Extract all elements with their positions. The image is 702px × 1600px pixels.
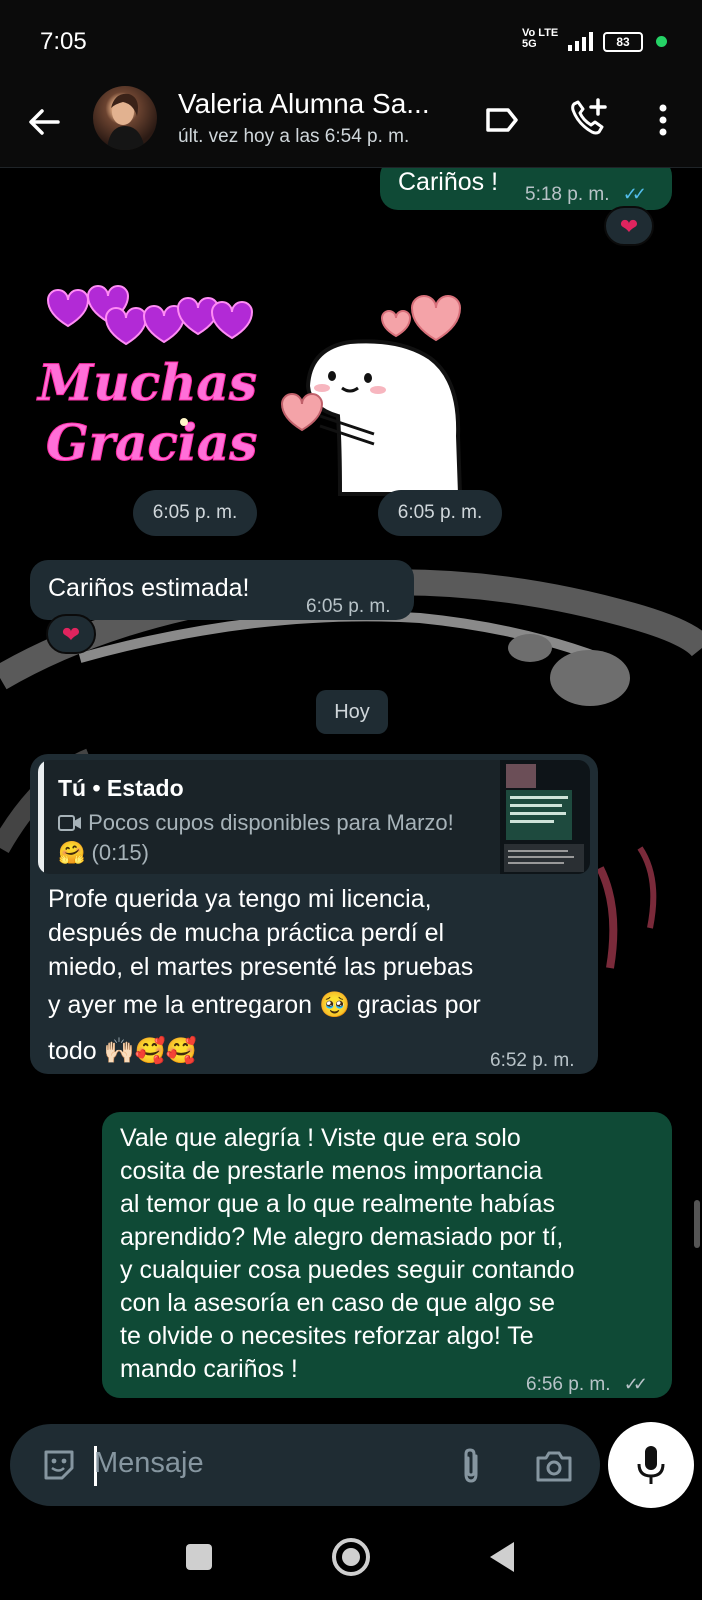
- contact-name[interactable]: Valeria Alumna Sa...: [178, 88, 430, 120]
- quoted-status[interactable]: Tú • Estado Pocos cupos disponibles para…: [38, 760, 590, 874]
- camera-icon[interactable]: [534, 1448, 574, 1484]
- network-indicator: Vo LTE 5G: [522, 27, 559, 50]
- message-text: Cariños !: [398, 168, 499, 196]
- privacy-dot: [656, 36, 667, 47]
- outgoing-message[interactable]: Vale que alegría ! Viste que era solo co…: [102, 1112, 672, 1398]
- incoming-message[interactable]: Cariños estimada! 6:05 p. m.: [30, 560, 414, 620]
- incoming-message[interactable]: Tú • Estado Pocos cupos disponibles para…: [30, 754, 598, 1074]
- composer-bar: Mensaje: [0, 1418, 702, 1518]
- last-seen-status: últ. vez hoy a las 6:54 p. m.: [178, 126, 410, 147]
- message-line: con la asesoría en caso de que algo se: [120, 1289, 556, 1317]
- home-button[interactable]: [332, 1538, 370, 1576]
- battery-indicator: 83: [603, 32, 643, 52]
- heart-icon[interactable]: ❤: [46, 614, 96, 654]
- signal-icon: [568, 32, 593, 51]
- more-vert-icon[interactable]: [648, 100, 678, 140]
- message-line: Vale que alegría ! Viste que era solo: [120, 1124, 521, 1152]
- thumbnail-image: [504, 764, 584, 872]
- message-line: miedo, el martes presenté las pruebas: [48, 953, 474, 981]
- status-bar: 7:05 Vo LTE 5G 83: [0, 0, 702, 82]
- muchas-gracias-sticker[interactable]: Muchas Gracias: [28, 280, 268, 480]
- mic-icon: [637, 1446, 665, 1484]
- time-text: 5:18 p. m.: [525, 184, 610, 205]
- time-text: 6:56 p. m.: [526, 1374, 611, 1395]
- add-call-icon[interactable]: [566, 96, 610, 140]
- status-time: 7:05: [40, 28, 87, 55]
- sticker-time: 6:05 p. m.: [378, 490, 502, 536]
- message-line: te olvide o necesites reforzar algo! Te: [120, 1322, 534, 1350]
- heart-icon[interactable]: ❤: [604, 206, 654, 246]
- delivered-ticks-icon: ✓✓: [623, 1374, 648, 1394]
- message-input[interactable]: Mensaje: [10, 1424, 600, 1506]
- label-icon[interactable]: [482, 100, 522, 140]
- avatar-photo: [107, 93, 145, 150]
- outgoing-message[interactable]: Cariños ! 5:18 p. m. ✓✓: [380, 168, 672, 210]
- message-line: y cualquier cosa puedes seguir contando: [120, 1256, 575, 1284]
- sticker-time: 6:05 p. m.: [133, 490, 257, 536]
- message-line: al temor que a lo que realmente habías: [120, 1190, 555, 1218]
- emoji-icon[interactable]: [40, 1446, 78, 1484]
- chat-area[interactable]: Cariños ! 5:18 p. m. ✓✓ ❤ Muchas Gracias…: [0, 168, 702, 1418]
- message-line: y ayer me la entregaron 🥹 gracias por: [48, 991, 481, 1019]
- mic-button[interactable]: [608, 1422, 694, 1508]
- message-text: Cariños estimada!: [48, 574, 250, 602]
- status-thumbnail: [500, 760, 590, 874]
- message-line: cosita de prestarle menos importancia: [120, 1157, 543, 1185]
- scrollbar[interactable]: [694, 1200, 700, 1248]
- recents-button[interactable]: [186, 1544, 212, 1570]
- sticker-line2: Gracias: [46, 413, 257, 472]
- message-time: 6:56 p. m. ✓✓: [526, 1368, 648, 1401]
- flork-hearts-sticker[interactable]: [280, 276, 500, 496]
- contact-avatar[interactable]: [93, 86, 157, 150]
- video-icon: [58, 815, 81, 831]
- system-nav-bar: [0, 1518, 702, 1600]
- message-body: Profe querida ya tengo mi licencia, desp…: [48, 882, 588, 1068]
- message-line: aprendido? Me alegro demasiado por tí,: [120, 1223, 564, 1251]
- date-divider: Hoy: [316, 690, 388, 734]
- message-line: Profe querida ya tengo mi licencia,: [48, 885, 432, 913]
- back-button[interactable]: [490, 1542, 514, 1572]
- sticker-line1: Muchas: [36, 353, 257, 412]
- input-placeholder: Mensaje: [94, 1447, 204, 1479]
- quote-title: Tú • Estado: [58, 775, 184, 801]
- quote-text: Pocos cupos disponibles para Marzo! 🤗 (0…: [58, 808, 458, 868]
- chat-header: Valeria Alumna Sa... últ. vez hoy a las …: [0, 82, 702, 168]
- attach-icon[interactable]: [456, 1446, 486, 1486]
- message-line: después de mucha práctica perdí el: [48, 919, 445, 947]
- quote-bar: [38, 760, 44, 874]
- message-time: 6:05 p. m.: [306, 596, 391, 617]
- message-body: Vale que alegría ! Viste que era solo co…: [120, 1122, 660, 1386]
- back-arrow-icon[interactable]: [24, 102, 64, 142]
- message-time: 6:52 p. m.: [490, 1050, 575, 1071]
- quote-text-content: Pocos cupos disponibles para Marzo! 🤗 (0…: [58, 810, 454, 865]
